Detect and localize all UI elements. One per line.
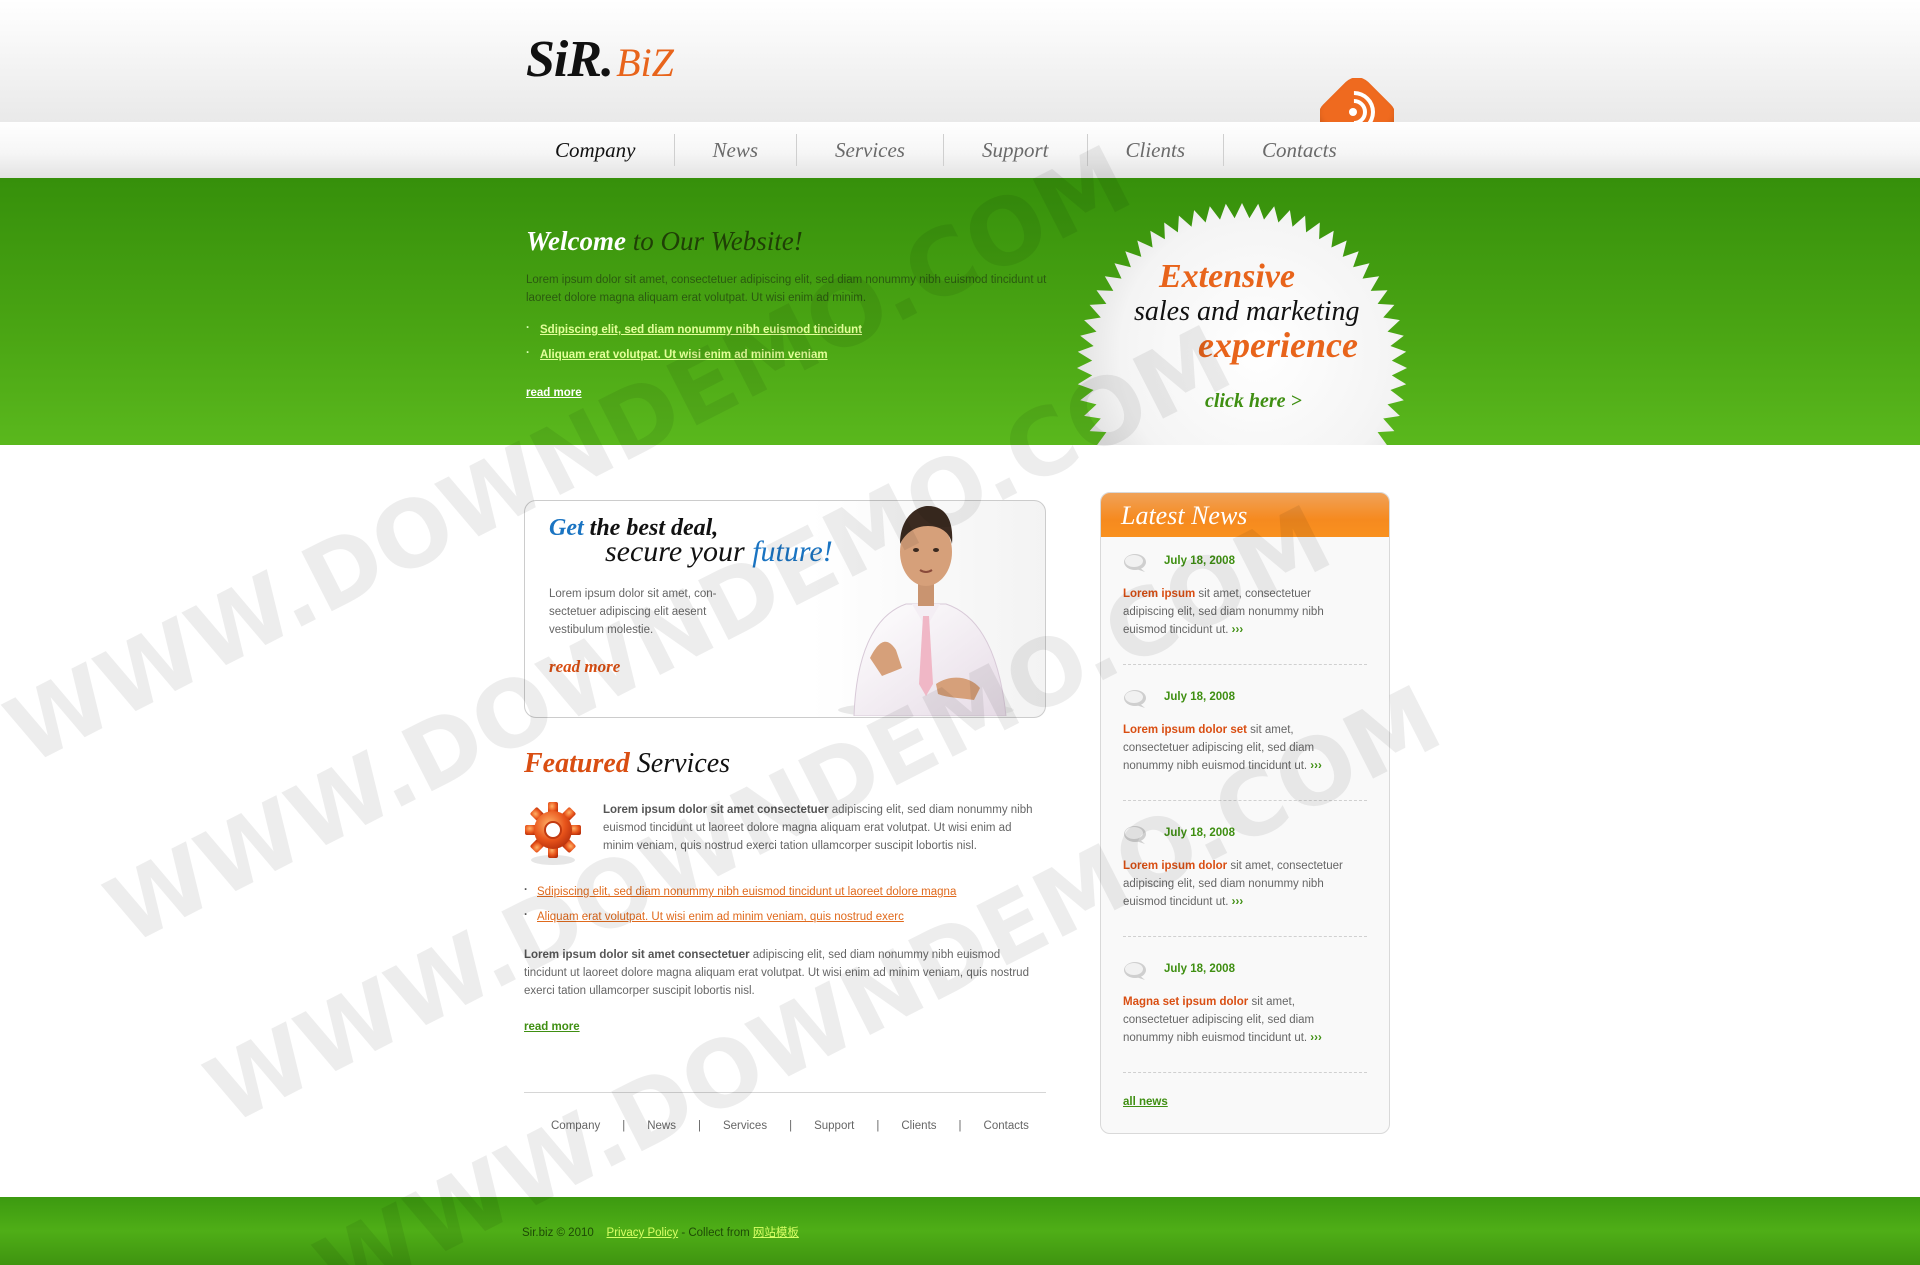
hero-text: Lorem ipsum dolor sit amet, consectetuer… (526, 274, 1047, 304)
featured-para2-bold: Lorem ipsum dolor sit amet consectetuer (524, 949, 750, 961)
latest-news-title: Latest News (1121, 501, 1248, 530)
news-body: Magna set ipsum dolor sit amet, consecte… (1123, 993, 1359, 1047)
news-body: Lorem ipsum sit amet, consectetuer adipi… (1123, 585, 1359, 639)
featured-title-orange: Featured (524, 748, 630, 779)
businessman-image (838, 506, 1014, 716)
hero-title-bold: Welcome (526, 226, 626, 256)
nav-item-contacts[interactable]: Contacts (1224, 138, 1375, 163)
featured-second-paragraph: Lorem ipsum dolor sit amet consectetuer … (524, 946, 1044, 1000)
featured-lead-bold: Lorem ipsum dolor sit amet consectetuer (603, 804, 829, 816)
promo-starburst[interactable]: Extensive sales and marketing experience… (1072, 200, 1412, 445)
copyright-text: Sir.biz © 2010 (522, 1227, 594, 1239)
featured-link-1[interactable]: Sdipiscing elit, sed diam nonummy nibh e… (537, 886, 956, 898)
promo-title-line2: secure your future! (605, 535, 833, 569)
nav-item-services[interactable]: Services (797, 138, 943, 163)
footer-link-contacts[interactable]: Contacts (984, 1120, 1029, 1132)
hero-banner (0, 178, 1920, 445)
news-more-link[interactable]: ››› (1232, 896, 1244, 908)
list-item: Sdipiscing elit, sed diam nonummy nibh e… (526, 322, 862, 349)
nav-item-clients[interactable]: Clients (1088, 138, 1224, 163)
featured-services-title: Featured Services (524, 748, 730, 780)
rss-icon[interactable] (1320, 78, 1394, 122)
footer-nav-separator: | (876, 1120, 880, 1132)
speech-bubble-icon (1124, 554, 1146, 572)
news-date: July 18, 2008 (1164, 963, 1235, 975)
hero-title: Welcome to Our Website! (526, 226, 803, 257)
footer-divider (524, 1092, 1046, 1093)
news-lead[interactable]: Magna set ipsum dolor (1123, 996, 1248, 1008)
nav-item-company[interactable]: Company (526, 138, 674, 163)
featured-link-2[interactable]: Aliquam erat volutpat. Ut wisi enim ad m… (537, 911, 904, 923)
collect-from-link[interactable]: 网站模板 (753, 1227, 799, 1239)
footer-nav-separator: | (622, 1120, 626, 1132)
collect-text: - Collect from (678, 1227, 753, 1239)
speech-bubble-icon (1124, 690, 1146, 708)
logo-sub-text: BiZ (616, 40, 674, 85)
header-background (0, 0, 1920, 122)
logo-main-text: SiR. (526, 31, 614, 88)
hero-read-more-link[interactable]: read more (526, 387, 582, 399)
speech-bubble-icon (1124, 962, 1146, 980)
news-more-link[interactable]: ››› (1310, 1032, 1322, 1044)
featured-lead-paragraph: Lorem ipsum dolor sit amet consectetuer … (603, 801, 1045, 855)
footer-link-company[interactable]: Company (551, 1120, 600, 1132)
speech-bubble-icon (1124, 826, 1146, 844)
list-item: Aliquam erat volutpat. Ut wisi enim ad m… (526, 347, 862, 374)
news-body: Lorem ipsum dolor sit amet, consectetuer… (1123, 857, 1359, 911)
promo-future: future! (752, 535, 833, 568)
click-here-link[interactable]: click here > (1205, 390, 1302, 413)
news-lead[interactable]: Lorem ipsum dolor set (1123, 724, 1247, 736)
gear-icon (525, 802, 581, 865)
footer-nav-separator: | (789, 1120, 793, 1132)
all-news-link[interactable]: all news (1123, 1096, 1168, 1108)
nav-item-news[interactable]: News (675, 138, 797, 163)
nav-item-support[interactable]: Support (944, 138, 1087, 163)
privacy-policy-link[interactable]: Privacy Policy (607, 1227, 679, 1239)
news-date: July 18, 2008 (1164, 691, 1235, 703)
news-divider (1123, 936, 1367, 937)
promo-secure: secure your (605, 535, 753, 568)
promo-get: Get (549, 515, 584, 541)
list-item: Sdipiscing elit, sed diam nonummy nibh e… (524, 884, 956, 911)
footer-copyright: Sir.biz © 2010 Privacy Policy - Collect … (522, 1224, 799, 1240)
footer-link-clients[interactable]: Clients (901, 1120, 936, 1132)
news-body: Lorem ipsum dolor set sit amet, consecte… (1123, 721, 1359, 775)
featured-title-dark: Services (629, 748, 731, 779)
list-item: Aliquam erat volutpat. Ut wisi enim ad m… (524, 909, 956, 936)
news-divider (1123, 800, 1367, 801)
hero-title-rest: to Our Website! (625, 226, 803, 256)
latest-news-panel: Latest News July 18, 2008 Lorem ipsum si… (1100, 492, 1390, 1134)
footer-link-news[interactable]: News (647, 1120, 676, 1132)
footer-link-support[interactable]: Support (814, 1120, 854, 1132)
promo-text: Lorem ipsum dolor sit amet, con-sectetue… (549, 588, 717, 636)
news-date: July 18, 2008 (1164, 827, 1235, 839)
main-nav: Company News Services Support Clients Co… (526, 132, 1375, 168)
promo-read-more-link[interactable]: read more (549, 657, 620, 677)
footer-nav-separator: | (697, 1120, 701, 1132)
news-divider (1123, 1072, 1367, 1073)
featured-link-list: Sdipiscing elit, sed diam nonummy nibh e… (524, 884, 956, 936)
news-divider (1123, 664, 1367, 665)
news-lead[interactable]: Lorem ipsum (1123, 588, 1195, 600)
badge-line-experience: experience (1198, 325, 1358, 365)
footer-bar (0, 1197, 1920, 1265)
news-more-link[interactable]: ››› (1310, 760, 1322, 772)
hero-link-list: Sdipiscing elit, sed diam nonummy nibh e… (526, 322, 862, 374)
badge-line-extensive: Extensive (1159, 258, 1295, 295)
hero-link-2[interactable]: Aliquam erat volutpat. Ut wisi enim ad m… (540, 349, 828, 361)
site-logo[interactable]: SiR.BiZ (526, 30, 674, 89)
hero-link-1[interactable]: Sdipiscing elit, sed diam nonummy nibh e… (540, 324, 862, 336)
news-date: July 18, 2008 (1164, 555, 1235, 567)
featured-read-more-link[interactable]: read more (524, 1021, 580, 1033)
footer-nav-separator: | (958, 1120, 962, 1132)
news-more-link[interactable]: ››› (1232, 624, 1244, 636)
footer-link-services[interactable]: Services (723, 1120, 767, 1132)
footer-nav: Company | News | Services | Support | Cl… (551, 1120, 1029, 1132)
news-lead[interactable]: Lorem ipsum dolor (1123, 860, 1227, 872)
